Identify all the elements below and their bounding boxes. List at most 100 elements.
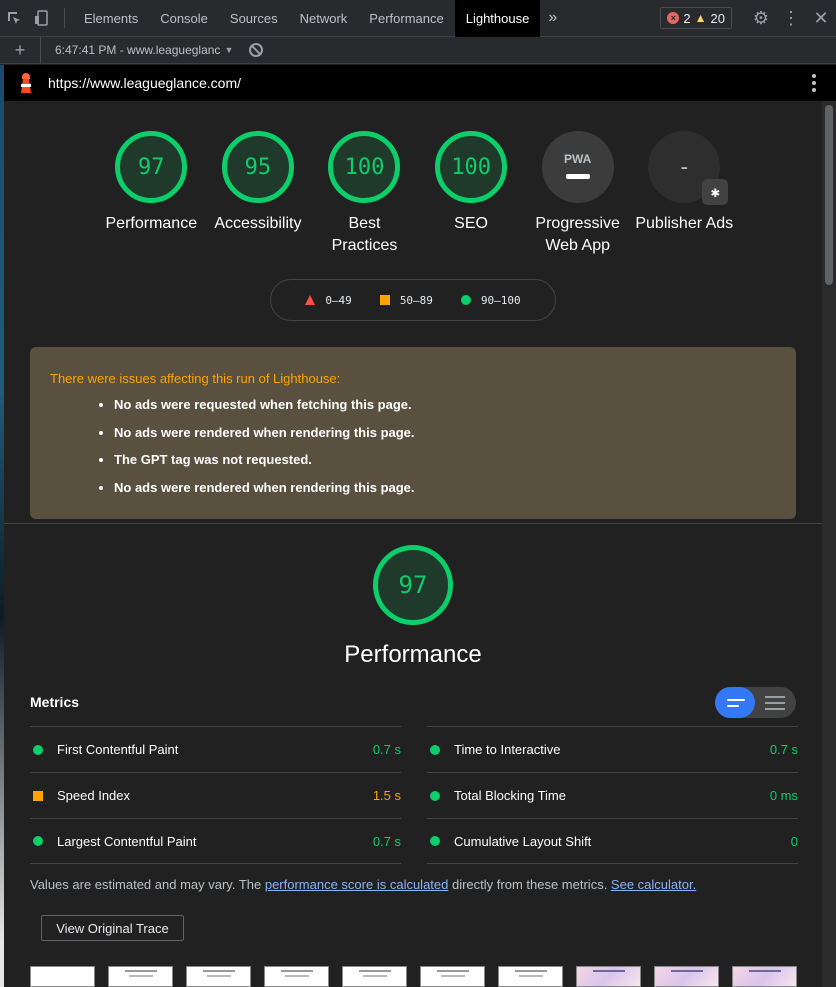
inspect-element-icon[interactable] <box>0 0 28 37</box>
error-count: 2 <box>683 10 691 26</box>
devtools-tab-bar: Elements Console Sources Network Perform… <box>0 0 836 37</box>
run-warnings-box: There were issues affecting this run of … <box>30 347 796 519</box>
gauge-pwa[interactable]: PWA Progressive Web App <box>524 131 631 257</box>
score-ring: 97 <box>115 131 188 203</box>
pwa-badge-icon: PWA <box>541 131 614 203</box>
tab-performance[interactable]: Performance <box>358 0 454 37</box>
gauge-label: Accessibility <box>214 215 302 232</box>
issues-counter[interactable]: × 2 ▲ 20 <box>660 7 732 29</box>
filmstrip-frame <box>576 966 641 987</box>
note-mid: directly from these metrics. <box>448 877 611 892</box>
filmstrip-frame <box>342 966 407 987</box>
metric-name: Time to Interactive <box>454 742 561 757</box>
new-report-icon[interactable]: + <box>0 40 40 61</box>
compact-view-icon[interactable] <box>715 687 755 718</box>
gauge-label: Publisher Ads <box>635 215 734 232</box>
tab-elements[interactable]: Elements <box>73 0 149 37</box>
legend-pass: 90–100 <box>460 293 521 307</box>
report-selector[interactable]: 6:47:41 PM - www.leagueglanc ▼ <box>40 36 234 64</box>
pwa-text: PWA <box>564 151 592 166</box>
report-url[interactable]: https://www.leagueglance.com/ <box>48 75 241 91</box>
legend-average-range: 50–89 <box>399 293 433 307</box>
filmstrip-frame <box>654 966 719 987</box>
metric-name: First Contentful Paint <box>57 742 179 757</box>
metrics-heading: Metrics <box>30 694 80 710</box>
metric-value: 0.7 s <box>372 833 401 849</box>
note-prefix: Values are estimated and may vary. The <box>30 877 265 892</box>
legend-average: 50–89 <box>379 293 433 307</box>
score-scale-legend: 0–49 50–89 90–100 <box>270 279 556 321</box>
tab-network[interactable]: Network <box>289 0 359 37</box>
report-menu-icon[interactable] <box>812 74 816 92</box>
gauge-accessibility[interactable]: 95 Accessibility <box>205 131 312 257</box>
metric-time-to-interactive: Time to Interactive 0.7 s <box>427 726 798 772</box>
metric-name: Total Blocking Time <box>454 788 566 803</box>
filmstrip-frame <box>108 966 173 987</box>
metric-first-contentful-paint: First Contentful Paint 0.7 s <box>30 726 401 772</box>
pass-circle-icon <box>33 744 43 755</box>
clear-reports-icon[interactable] <box>249 43 264 57</box>
legend-fail-range: 0–49 <box>325 293 352 307</box>
lighthouse-logo-icon <box>18 73 34 93</box>
score-ring: - ✱ <box>648 131 729 205</box>
metrics-column-left: First Contentful Paint 0.7 s Speed Index… <box>30 726 401 864</box>
square-icon <box>379 295 390 305</box>
legend-fail: 0–49 <box>305 294 352 307</box>
metric-name: Largest Contentful Paint <box>57 833 197 849</box>
close-icon[interactable]: ✕ <box>806 8 836 29</box>
device-toolbar-icon[interactable] <box>28 0 56 37</box>
settings-gear-icon[interactable]: ⚙ <box>746 8 776 29</box>
report-scrollbar[interactable] <box>822 101 836 987</box>
gauge-label: Progressive Web App <box>535 215 620 254</box>
gauge-publisher-ads[interactable]: - ✱ Publisher Ads <box>631 131 738 257</box>
metric-value: 0 ms <box>769 788 798 803</box>
legend-pass-range: 90–100 <box>480 293 521 307</box>
error-icon: × <box>667 12 680 24</box>
filmstrip-frame <box>498 966 563 987</box>
metric-total-blocking-time: Total Blocking Time 0 ms <box>427 772 798 818</box>
tab-lighthouse[interactable]: Lighthouse <box>454 0 541 37</box>
pass-circle-icon <box>33 836 43 846</box>
score-ring: 100 <box>435 131 508 203</box>
warning-icon: ▲ <box>694 11 707 25</box>
category-gauges: 97 Performance 95 Accessibility 100 Best… <box>98 131 738 257</box>
metric-name: Cumulative Layout Shift <box>454 833 592 849</box>
warnings-title: There were issues affecting this run of … <box>50 371 341 386</box>
scrollbar-thumb[interactable] <box>825 105 833 285</box>
lighthouse-toolbar: + 6:47:41 PM - www.leagueglanc ▼ <box>0 36 836 64</box>
gauge-best-practices[interactable]: 100 Best Practices <box>311 131 418 257</box>
expanded-view-icon[interactable] <box>755 687 796 718</box>
score-ring: 95 <box>221 131 294 203</box>
customize-menu-icon[interactable]: ⋮ <box>776 8 806 29</box>
warning-count: 20 <box>710 10 725 26</box>
filmstrip-frame <box>420 966 485 987</box>
metric-value: 0.7 s <box>372 742 401 757</box>
view-original-trace-button[interactable]: View Original Trace <box>41 915 184 941</box>
warning-item: The GPT tag was not requested. <box>114 452 776 468</box>
warning-item: No ads were requested when fetching this… <box>114 397 776 413</box>
metrics-view-toggle[interactable] <box>715 687 796 718</box>
pwa-bar <box>565 173 590 179</box>
puzzle-plugin-icon: ✱ <box>702 179 729 205</box>
gauge-seo[interactable]: 100 SEO <box>418 131 525 257</box>
separator <box>64 8 65 28</box>
metric-value: 0 <box>790 833 798 849</box>
warning-item: No ads were rendered when rendering this… <box>114 425 776 441</box>
performance-score-gauge: 97 <box>373 545 453 625</box>
chevron-down-icon: ▼ <box>224 45 234 55</box>
filmstrip-frame <box>186 966 251 987</box>
lighthouse-report: 97 Performance 95 Accessibility 100 Best… <box>4 101 822 987</box>
performance-title: Performance <box>344 641 482 668</box>
gauge-label: SEO <box>454 215 488 232</box>
filmstrip-frame <box>732 966 797 987</box>
metric-value: 0.7 s <box>769 742 798 757</box>
score-ring: 100 <box>328 131 401 203</box>
see-calculator-link[interactable]: See calculator. <box>611 877 696 892</box>
gauge-performance[interactable]: 97 Performance <box>98 131 205 257</box>
score-calculation-link[interactable]: performance score is calculated <box>265 877 449 892</box>
tab-sources[interactable]: Sources <box>219 0 289 37</box>
more-tabs-icon[interactable]: » <box>540 9 565 27</box>
report-url-bar: https://www.leagueglance.com/ <box>4 65 836 101</box>
filmstrip <box>30 966 797 987</box>
tab-console[interactable]: Console <box>149 0 219 37</box>
